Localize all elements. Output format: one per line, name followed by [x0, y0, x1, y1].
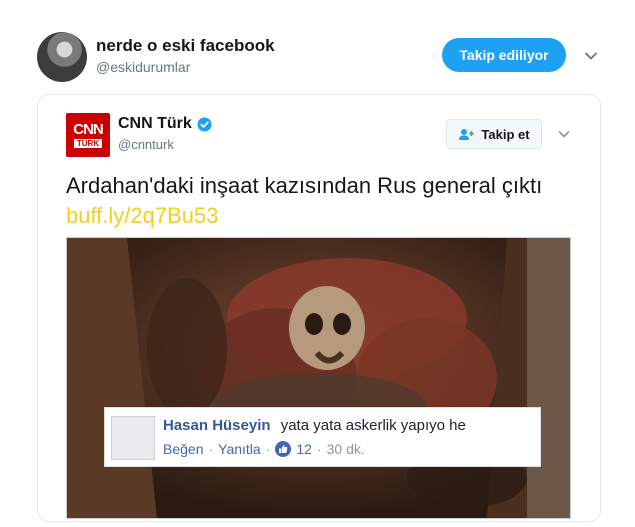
facebook-avatar-placeholder [111, 416, 155, 460]
facebook-comment-box: Hasan Hüseyin yata yata askerlik yapıyo … [104, 407, 541, 467]
chevron-down-icon[interactable] [583, 48, 599, 64]
facebook-comment-actions: Beğen · Yanıtla · 12 · 30 dk. [163, 441, 365, 457]
outer-handle[interactable]: @eskidurumlar [96, 59, 190, 75]
follow-button-label: Takip et [481, 126, 530, 142]
quoted-display-name[interactable]: CNN Türk [118, 115, 212, 133]
comment-text: yata yata askerlik yapıyo he [280, 417, 466, 434]
commenter-name: Hasan Hüseyin [163, 417, 271, 434]
like-action: Beğen [163, 441, 204, 457]
verified-badge-icon [197, 116, 212, 132]
tweet-photo[interactable] [66, 237, 571, 519]
separator: · [316, 441, 322, 457]
separator: · [265, 441, 271, 457]
facebook-like-icon [275, 441, 292, 457]
outer-display-name[interactable]: nerde o eski facebook [96, 36, 275, 56]
chevron-down-icon[interactable] [557, 127, 571, 141]
photo-image [67, 238, 570, 518]
facebook-comment-line: Hasan Hüseyin yata yata askerlik yapıyo … [163, 417, 466, 434]
following-button[interactable]: Takip ediliyor [442, 38, 566, 72]
quoted-handle[interactable]: @cnnturk [118, 137, 174, 152]
outer-avatar[interactable] [37, 32, 87, 82]
tweet-link[interactable]: buff.ly/2q7Bu53 [66, 203, 219, 228]
comment-time: 30 dk. [326, 441, 365, 457]
quoted-name-text[interactable]: CNN Türk [118, 115, 192, 133]
follow-button[interactable]: Takip et [446, 119, 542, 149]
add-user-icon [459, 128, 475, 140]
logo-text-top: CNN [73, 121, 103, 138]
cnn-turk-logo[interactable]: CNN TÜRK [66, 113, 110, 157]
reply-action: Yanıtla [218, 441, 261, 457]
tweet-body: Ardahan'daki inşaat kazısından Rus gener… [66, 173, 543, 198]
quoted-tweet-card[interactable]: CNN TÜRK CNN Türk @cnnturk Takip et Arda… [37, 94, 601, 522]
separator: · [208, 441, 214, 457]
tweet-text: Ardahan'daki inşaat kazısından Rus gener… [66, 171, 566, 231]
logo-text-bottom: TÜRK [73, 139, 103, 148]
like-count: 12 [296, 441, 312, 457]
